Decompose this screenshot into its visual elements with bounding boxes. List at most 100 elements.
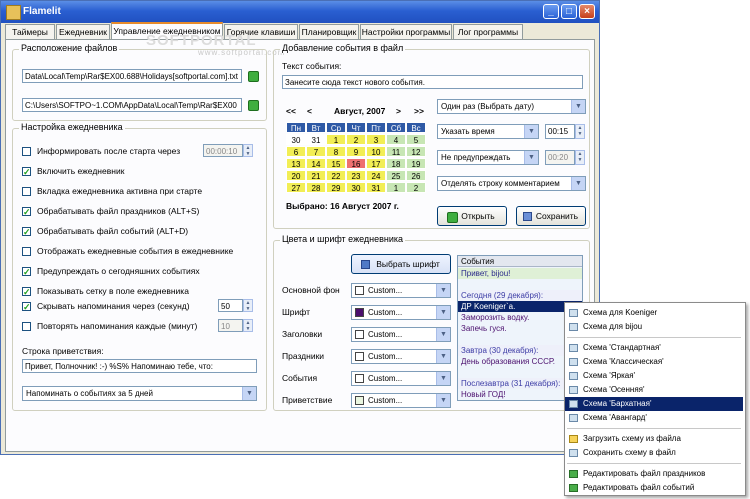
settings-checkbox[interactable]: ✓ (22, 227, 31, 237)
calendar-day[interactable]: 17 (366, 158, 386, 169)
calendar-day[interactable]: 1 (326, 134, 346, 145)
prev-month-button[interactable]: < (307, 106, 312, 116)
settings-checkbox[interactable] (22, 147, 31, 156)
menu-item[interactable]: Редактировать файл событий (565, 481, 743, 495)
repeat-minutes-field[interactable]: 10 (218, 319, 243, 332)
calendar-day[interactable]: 14 (306, 158, 326, 169)
menu-item[interactable]: Схема 'Классическая' (565, 355, 743, 369)
menu-item[interactable]: Редактировать файл праздников (565, 467, 743, 481)
settings-checkbox[interactable] (22, 247, 31, 256)
warn-time-spinner[interactable]: ▲ ▼ (575, 150, 585, 165)
calendar-day[interactable]: 6 (286, 146, 306, 157)
hide-seconds-field[interactable]: 50 (218, 299, 243, 312)
calendar-day[interactable]: 24 (366, 170, 386, 181)
browse-events-icon[interactable] (248, 100, 259, 111)
calendar-day[interactable]: 13 (286, 158, 306, 169)
calendar-day[interactable]: 29 (326, 182, 346, 193)
repeat-minutes-spinner[interactable]: ▲ ▼ (243, 319, 253, 332)
calendar-day[interactable]: 5 (406, 134, 426, 145)
calendar-day[interactable]: 18 (386, 158, 406, 169)
calendar-day[interactable]: 23 (346, 170, 366, 181)
calendar-day[interactable]: 21 (306, 170, 326, 181)
greeting-field[interactable]: Привет, Полночник! :-) %S% Напоминаю теб… (22, 359, 257, 373)
tab-program-log[interactable]: Лог программы (453, 24, 523, 39)
menu-item[interactable]: Схема 'Яркая' (565, 369, 743, 383)
calendar-day[interactable]: 1 (386, 182, 406, 193)
hide-seconds-spinner[interactable]: ▲ ▼ (243, 299, 253, 312)
menu-item[interactable]: Схема 'Авангард' (565, 411, 743, 425)
calendar-day[interactable]: 11 (386, 146, 406, 157)
settings-checkbox[interactable]: ✓ (22, 207, 31, 217)
holidays-path-field[interactable]: Data\Local\Temp\Rar$EX00.688\Holidays[so… (22, 69, 242, 83)
calendar-day[interactable]: 25 (386, 170, 406, 181)
choose-font-button[interactable]: Выбрать шрифт (351, 254, 451, 274)
calendar-day[interactable]: 27 (286, 182, 306, 193)
calendar-day[interactable]: 8 (326, 146, 346, 157)
menu-item[interactable]: Загрузить схему из файла (565, 432, 743, 446)
color-select[interactable]: Custom... ▼ (351, 283, 451, 298)
browse-holidays-icon[interactable] (248, 71, 259, 82)
calendar-day[interactable]: 2 (346, 134, 366, 145)
time-spinner[interactable]: ▲ ▼ (575, 124, 585, 139)
menu-item[interactable]: Схема 'Бархатная' (565, 397, 743, 411)
calendar-day[interactable]: 12 (406, 146, 426, 157)
open-button[interactable]: Открыть (437, 206, 507, 226)
time-field[interactable]: 00:15 (545, 124, 575, 139)
tab-program-settings[interactable]: Настройки программы (360, 24, 452, 39)
calendar-day[interactable]: 19 (406, 158, 426, 169)
calendar-grid[interactable]: Пн Вт Ср Чт Пт Сб Вс 30 31 1 2 3 4 5 6 7 8 9 10 11 12 13 14 15 1… (286, 122, 428, 194)
calendar-day[interactable]: 31 (366, 182, 386, 193)
calendar-day[interactable]: 30 (346, 182, 366, 193)
calendar-day[interactable]: 31 (306, 134, 326, 145)
prev-year-button[interactable]: << (286, 106, 296, 116)
tab-timers[interactable]: Таймеры (5, 24, 55, 39)
warn-select[interactable]: Не предупреждать ▼ (437, 150, 539, 165)
calendar-day[interactable]: 20 (286, 170, 306, 181)
settings-checkbox[interactable] (22, 187, 31, 196)
time-select[interactable]: Указать время ▼ (437, 124, 539, 139)
calendar-day[interactable]: 28 (306, 182, 326, 193)
remind-days-select[interactable]: Напоминать о событиях за 5 дней ▼ (22, 386, 257, 401)
color-select[interactable]: Custom... ▼ (351, 305, 451, 320)
tab-diary[interactable]: Ежедневник (56, 24, 110, 39)
menu-item[interactable]: Сохранить схему в файл (565, 446, 743, 460)
once-select[interactable]: Один раз (Выбрать дату) ▼ (437, 99, 586, 114)
settings-checkbox[interactable] (22, 322, 31, 331)
settings-checkbox[interactable]: ✓ (22, 302, 31, 312)
calendar-day[interactable]: 9 (346, 146, 366, 157)
calendar-day[interactable]: 2 (406, 182, 426, 193)
color-select[interactable]: Custom... ▼ (351, 393, 451, 408)
minimize-button[interactable]: _ (543, 4, 559, 19)
calendar-day[interactable]: 22 (326, 170, 346, 181)
color-select[interactable]: Custom... ▼ (351, 371, 451, 386)
event-text-field[interactable]: Занесите сюда текст нового события. (282, 75, 583, 89)
menu-item[interactable]: Схема 'Стандартная' (565, 341, 743, 355)
separate-select[interactable]: Отделять строку комментарием ▼ (437, 176, 586, 191)
warn-time-field[interactable]: 00:20 (545, 150, 575, 165)
settings-checkbox[interactable]: ✓ (22, 287, 31, 297)
color-select[interactable]: Custom... ▼ (351, 327, 451, 342)
maximize-button[interactable]: □ (561, 4, 577, 19)
calendar-day[interactable]: 30 (286, 134, 306, 145)
calendar-day[interactable]: 15 (326, 158, 346, 169)
save-button[interactable]: Сохранить (516, 206, 586, 226)
start-delay-field[interactable]: 00:00:10 (203, 144, 243, 157)
calendar-day[interactable]: 16 (346, 158, 366, 169)
calendar-day[interactable]: 26 (406, 170, 426, 181)
menu-item[interactable]: Схема для Koeniger (565, 306, 743, 320)
start-delay-spinner[interactable]: ▲ ▼ (243, 144, 253, 157)
calendar-day[interactable]: 4 (386, 134, 406, 145)
tab-scheduler[interactable]: Планировщик (299, 24, 359, 39)
close-button[interactable]: × (579, 4, 595, 19)
calendar-day[interactable]: 7 (306, 146, 326, 157)
next-month-button[interactable]: > (396, 106, 401, 116)
calendar-day[interactable]: 3 (366, 134, 386, 145)
menu-item[interactable]: Схема 'Осенняя' (565, 383, 743, 397)
settings-checkbox[interactable]: ✓ (22, 267, 31, 277)
color-select[interactable]: Custom... ▼ (351, 349, 451, 364)
menu-item[interactable]: Схема для bijou (565, 320, 743, 334)
settings-checkbox[interactable]: ✓ (22, 167, 31, 177)
next-year-button[interactable]: >> (414, 106, 424, 116)
calendar-day[interactable]: 10 (366, 146, 386, 157)
events-path-field[interactable]: C:\Users\SOFTPO~1.COM\AppData\Local\Temp… (22, 98, 242, 112)
